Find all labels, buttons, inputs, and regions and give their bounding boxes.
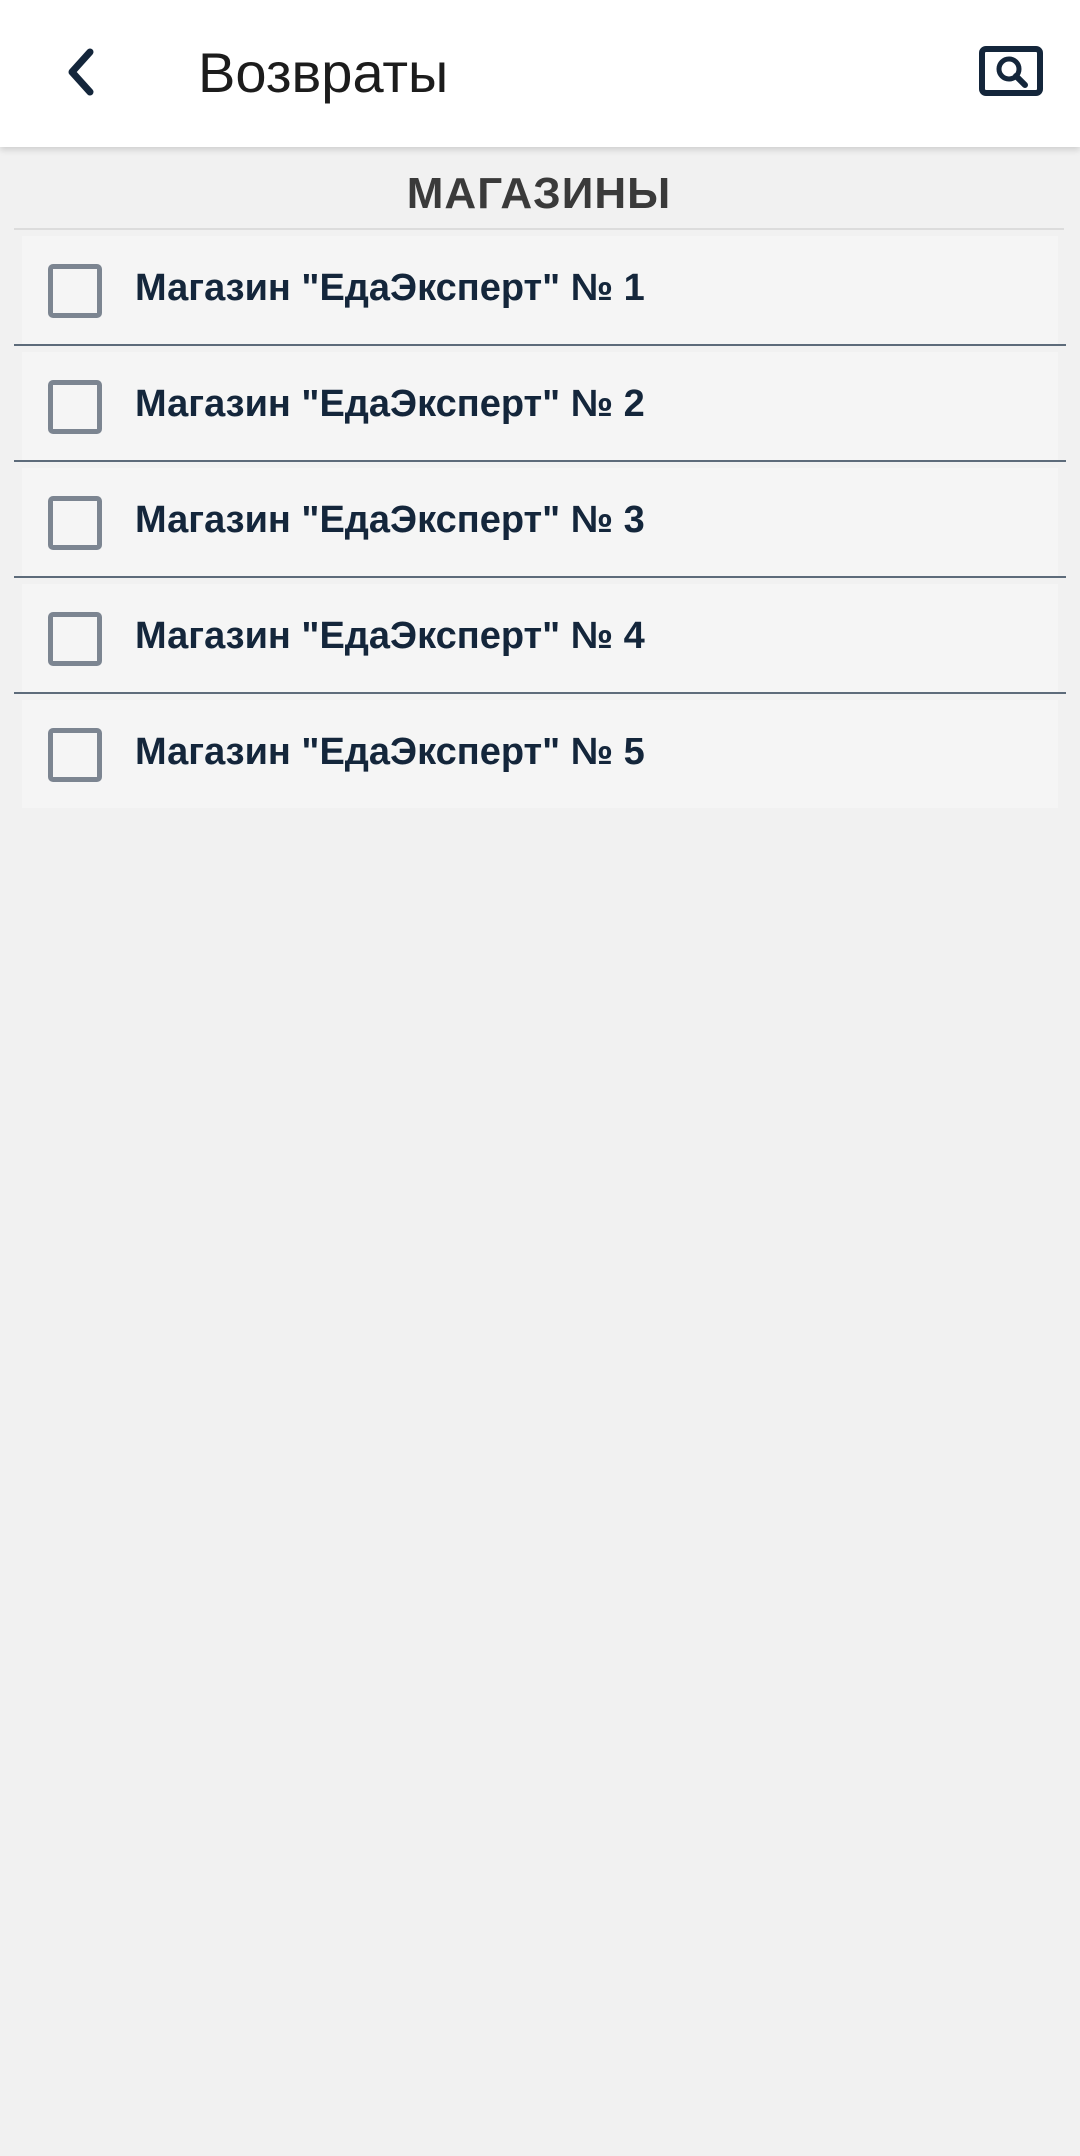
section-title: МАГАЗИНЫ	[406, 169, 672, 218]
search-button[interactable]	[974, 40, 1048, 104]
divider	[14, 576, 1066, 578]
app-bar: Возвраты	[0, 0, 1080, 147]
list-item[interactable]: Магазин "ЕдаЭксперт" № 1	[0, 236, 1080, 352]
chevron-left-icon	[68, 48, 94, 96]
checkbox[interactable]	[48, 728, 102, 782]
checkbox[interactable]	[48, 380, 102, 434]
divider	[14, 692, 1066, 694]
divider	[14, 460, 1066, 462]
checkbox[interactable]	[48, 612, 102, 666]
back-button[interactable]	[40, 32, 120, 112]
divider	[14, 344, 1066, 346]
list-item[interactable]: Магазин "ЕдаЭксперт" № 4	[0, 584, 1080, 700]
store-label: Магазин "ЕдаЭксперт" № 2	[135, 383, 645, 425]
page-title: Возвраты	[198, 41, 449, 104]
checkbox[interactable]	[48, 496, 102, 550]
section-header: МАГАЗИНЫ	[14, 160, 1064, 230]
store-label: Магазин "ЕдаЭксперт" № 4	[135, 615, 645, 657]
store-label: Магазин "ЕдаЭксперт" № 3	[135, 499, 645, 541]
store-list: Магазин "ЕдаЭксперт" № 1 Магазин "ЕдаЭкс…	[0, 236, 1080, 816]
list-item[interactable]: Магазин "ЕдаЭксперт" № 5	[0, 700, 1080, 816]
checkbox[interactable]	[48, 264, 102, 318]
store-label: Магазин "ЕдаЭксперт" № 5	[135, 731, 645, 773]
list-item[interactable]: Магазин "ЕдаЭксперт" № 3	[0, 468, 1080, 584]
list-item[interactable]: Магазин "ЕдаЭксперт" № 2	[0, 352, 1080, 468]
search-icon	[979, 46, 1043, 96]
store-label: Магазин "ЕдаЭксперт" № 1	[135, 267, 645, 309]
